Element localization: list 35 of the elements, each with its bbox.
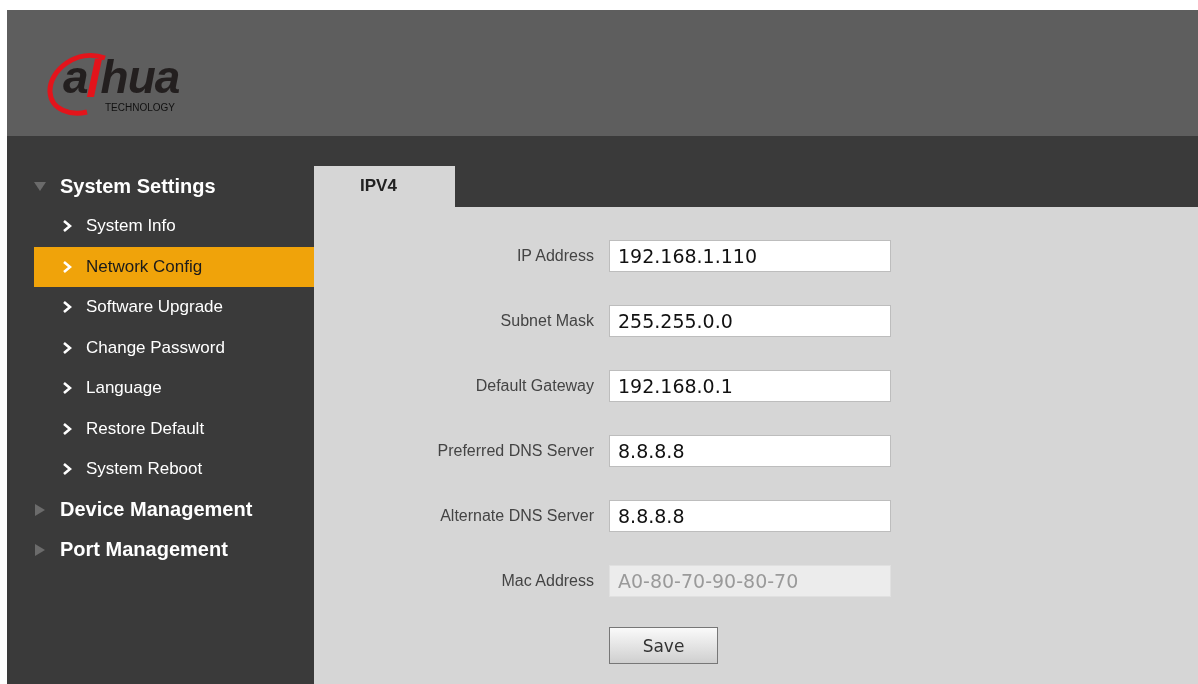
sidebar-item[interactable]: Language xyxy=(34,368,314,409)
input-field[interactable]: 8.8.8.8 xyxy=(609,500,891,532)
field-label: Subnet Mask xyxy=(499,312,594,330)
chevron-icon xyxy=(62,341,72,354)
logo-wordmark: a hua xyxy=(63,52,180,102)
chevron-icon xyxy=(62,463,72,476)
field-label: IP Address xyxy=(515,247,594,265)
save-button[interactable]: Save xyxy=(609,627,718,664)
logo-tagline: TECHNOLOGY xyxy=(105,102,175,113)
sidebar-group[interactable]: System Settings xyxy=(7,166,314,206)
input-field[interactable]: 192.168.1.110 xyxy=(609,240,891,272)
field-label: Default Gateway xyxy=(474,377,594,395)
group-label: Device Management xyxy=(60,498,253,521)
sidebar-group[interactable]: Port Management xyxy=(7,529,314,570)
group-label: System Settings xyxy=(60,174,216,198)
input-field[interactable]: 255.255.0.0 xyxy=(609,305,891,337)
chevron-icon xyxy=(62,301,72,314)
sidebar-item[interactable]: Change Password xyxy=(34,327,314,368)
input-field[interactable]: 192.168.0.1 xyxy=(609,370,891,402)
sidebar-group[interactable]: Device Management xyxy=(7,489,314,530)
chevron-icon xyxy=(62,220,72,233)
chevron-icon xyxy=(62,260,72,273)
field-label: Alternate DNS Server xyxy=(439,507,594,525)
tab[interactable]: IPV4 xyxy=(314,166,455,207)
field-label: Preferred DNS Server xyxy=(436,442,594,460)
chevron-icon xyxy=(62,422,72,435)
sidebar-item[interactable]: System Reboot xyxy=(34,449,314,490)
group-label: Port Management xyxy=(60,538,228,561)
sidebar-item[interactable]: Software Upgrade xyxy=(34,287,314,328)
sidebar-item[interactable]: Network Config xyxy=(34,246,314,287)
chevron-icon xyxy=(62,382,72,395)
input-field[interactable]: 8.8.8.8 xyxy=(609,435,891,467)
sidebar-item[interactable]: System Info xyxy=(34,206,314,247)
sidebar-item[interactable]: Restore Default xyxy=(34,408,314,449)
field-label: Mac Address xyxy=(500,572,594,590)
